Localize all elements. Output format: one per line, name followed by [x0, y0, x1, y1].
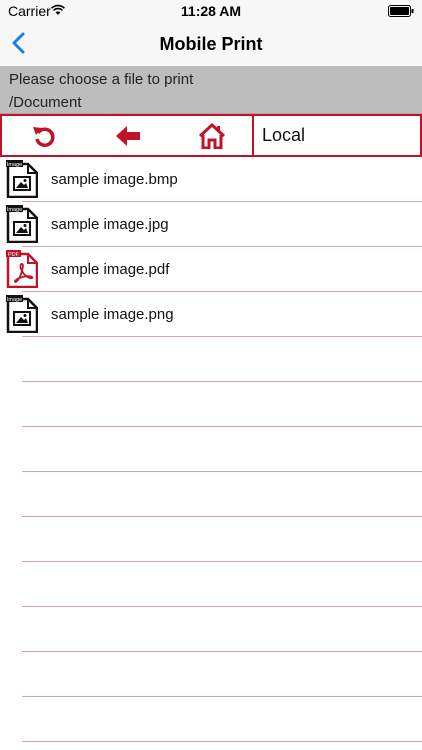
- image-file-icon: Image: [6, 295, 38, 333]
- home-icon: [198, 122, 226, 149]
- arrow-left-icon: [116, 125, 140, 146]
- current-path: /Document: [9, 94, 82, 111]
- pdf-file-icon: PDF: [6, 250, 38, 288]
- file-badge: Image: [7, 207, 22, 213]
- row-divider: [22, 336, 422, 337]
- empty-row-divider: [22, 696, 422, 697]
- empty-row-divider: [22, 471, 422, 472]
- info-panel: Please choose a file to print /Document: [0, 66, 422, 114]
- battery-icon: [388, 5, 414, 17]
- file-row[interactable]: Image sample image.jpg: [0, 202, 422, 247]
- file-badge: Image: [7, 162, 22, 168]
- home-button[interactable]: [170, 116, 254, 155]
- instruction-text: Please choose a file to print: [9, 71, 194, 88]
- empty-row-divider: [22, 381, 422, 382]
- refresh-button[interactable]: [2, 116, 86, 155]
- file-name: sample image.pdf: [51, 261, 170, 278]
- empty-row-divider: [22, 741, 422, 742]
- location-label[interactable]: Local: [262, 125, 305, 146]
- file-badge: PDF: [8, 252, 20, 258]
- file-list: Image sample image.bmp Image sample imag…: [0, 157, 422, 750]
- page-title: Mobile Print: [159, 34, 263, 54]
- parent-folder-button[interactable]: [86, 116, 170, 155]
- empty-row-divider: [22, 651, 422, 652]
- refresh-icon: [33, 126, 55, 147]
- navigation-bar: Mobile Print: [0, 22, 422, 66]
- file-name: sample image.jpg: [51, 216, 169, 233]
- file-name: sample image.bmp: [51, 171, 178, 188]
- status-bar: Carrier 11:28 AM: [0, 0, 422, 22]
- file-row[interactable]: Image sample image.png: [0, 292, 422, 337]
- file-row[interactable]: Image sample image.bmp: [0, 157, 422, 202]
- file-badge: Image: [7, 297, 22, 303]
- toolbar: Local: [0, 114, 422, 157]
- clock: 11:28 AM: [180, 3, 242, 19]
- empty-row-divider: [22, 606, 422, 607]
- toolbar-divider: [252, 116, 254, 155]
- empty-row-divider: [22, 516, 422, 517]
- empty-row-divider: [22, 561, 422, 562]
- file-row[interactable]: PDF sample image.pdf: [0, 247, 422, 292]
- image-file-icon: Image: [6, 160, 38, 198]
- file-name: sample image.png: [51, 306, 174, 323]
- empty-row-divider: [22, 426, 422, 427]
- image-file-icon: Image: [6, 205, 38, 243]
